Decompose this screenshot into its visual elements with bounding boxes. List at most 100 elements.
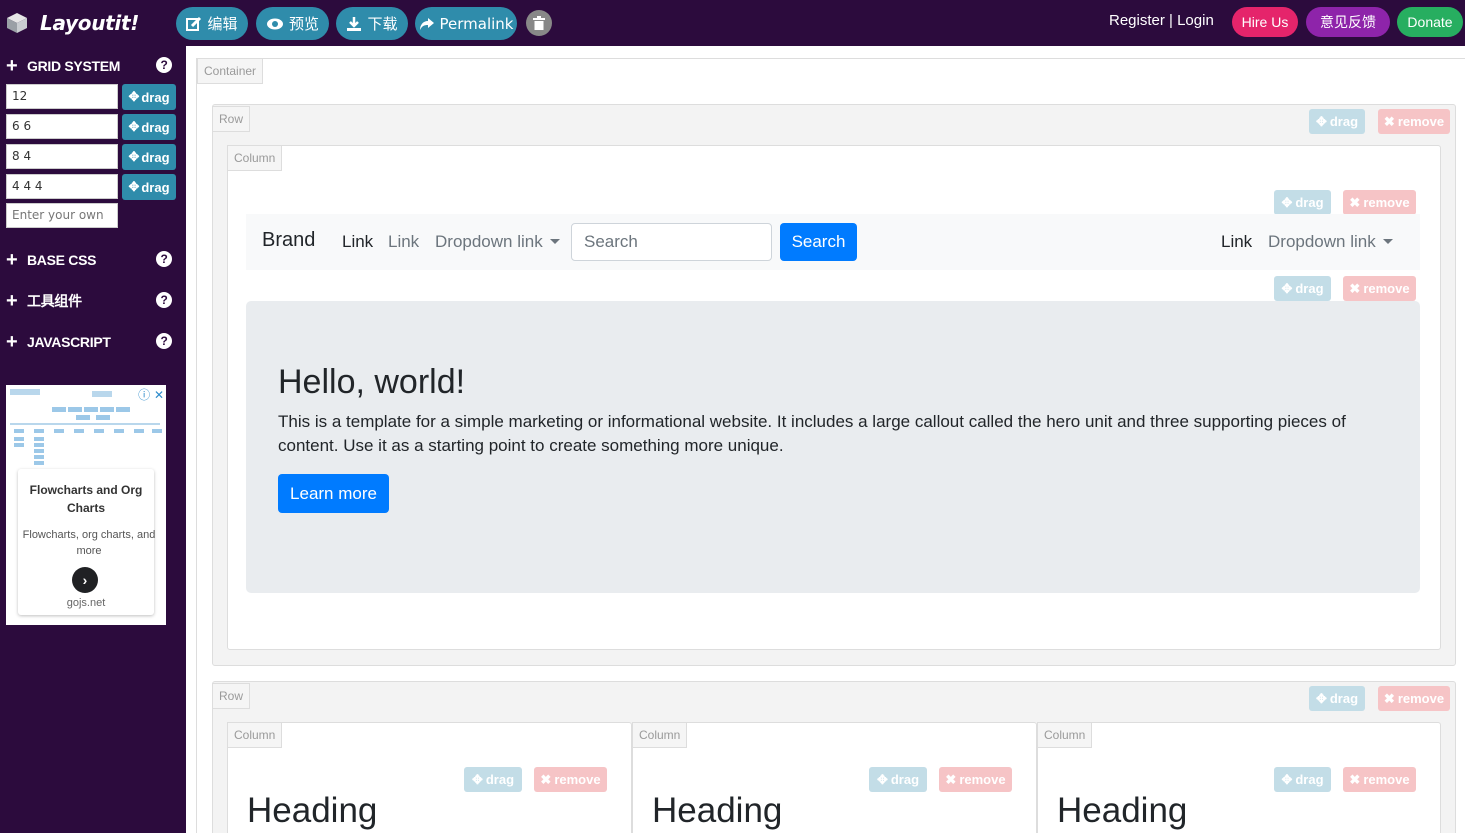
- drag-handle[interactable]: ✥ drag: [122, 114, 176, 140]
- column-remove-button[interactable]: ✖ remove: [939, 767, 1012, 792]
- nav-link-active[interactable]: Link: [342, 232, 373, 252]
- help-icon[interactable]: ?: [156, 333, 172, 349]
- section-label: JAVASCRIPT: [27, 334, 111, 350]
- drag-label: drag: [1329, 691, 1359, 706]
- grid-input[interactable]: 4 4 4: [6, 174, 118, 199]
- drag-label: drag: [141, 119, 170, 135]
- close-icon: ✖: [1349, 194, 1361, 210]
- section-label: GRID SYSTEM: [27, 58, 121, 74]
- container-label: Container: [197, 58, 264, 84]
- help-icon[interactable]: ?: [156, 292, 172, 308]
- column-remove-button[interactable]: ✖ remove: [534, 767, 607, 792]
- column-drag-button[interactable]: ✥ drag: [464, 767, 522, 792]
- dropdown-label: Dropdown link: [1268, 232, 1376, 251]
- move-icon: ✥: [471, 771, 483, 787]
- section-label: 工具组件: [27, 293, 82, 309]
- custom-grid-input[interactable]: Enter your own: [6, 203, 118, 228]
- navbar-brand[interactable]: Brand: [262, 229, 315, 252]
- move-icon: ✥: [1315, 113, 1327, 129]
- permalink-label: Permalink: [439, 14, 514, 33]
- move-icon: ✥: [1281, 280, 1293, 296]
- edit-icon: [186, 16, 202, 31]
- download-button[interactable]: 下载: [336, 7, 408, 40]
- layout-canvas: Container Row ✥ drag ✖ remove Column ✥ drag…: [186, 46, 1465, 833]
- nav-right-dropdown[interactable]: Dropdown link: [1268, 232, 1393, 252]
- drag-handle[interactable]: ✥ drag: [122, 84, 176, 110]
- share-icon: [419, 17, 434, 30]
- row-drag-button[interactable]: ✥ drag: [1309, 109, 1365, 134]
- navbar-search-input[interactable]: Search: [571, 223, 772, 261]
- row-remove-button[interactable]: ✖ remove: [1378, 686, 1450, 711]
- hire-us-button[interactable]: Hire Us: [1232, 7, 1298, 37]
- donate-button[interactable]: Donate: [1397, 7, 1463, 37]
- grid-input[interactable]: 8 4: [6, 144, 118, 169]
- column-heading: Heading: [1057, 791, 1188, 830]
- help-icon[interactable]: ?: [156, 251, 172, 267]
- download-icon: [347, 16, 362, 31]
- drag-label: drag: [141, 179, 170, 195]
- grid-input[interactable]: 12: [6, 84, 118, 109]
- plus-icon: +: [6, 330, 18, 353]
- move-icon: ✥: [128, 119, 140, 134]
- ad-url: gojs.net: [66, 597, 106, 609]
- preview-button[interactable]: 预览: [256, 7, 329, 40]
- section-components[interactable]: + 工具组件 ?: [6, 289, 172, 312]
- help-icon[interactable]: ?: [156, 57, 172, 73]
- navbar-remove-button[interactable]: ✖ remove: [1343, 190, 1416, 215]
- navbar-drag-button[interactable]: ✥ drag: [1274, 190, 1331, 215]
- section-base-css[interactable]: + BASE CSS ?: [6, 249, 172, 271]
- drag-label: drag: [1295, 281, 1324, 296]
- plus-icon: +: [6, 54, 18, 77]
- section-grid-system[interactable]: + GRID SYSTEM ?: [6, 54, 172, 77]
- close-icon: ✖: [1383, 113, 1395, 129]
- drag-label: drag: [1329, 114, 1359, 129]
- drag-label: drag: [1295, 772, 1324, 787]
- drag-label: drag: [485, 772, 515, 787]
- plus-icon: +: [6, 289, 18, 312]
- remove-label: remove: [1363, 195, 1410, 210]
- drag-handle[interactable]: ✥ drag: [122, 174, 176, 200]
- hero-title: Hello, world!: [278, 363, 466, 401]
- chevron-right-icon[interactable]: ›: [72, 567, 98, 593]
- ad-info-close-icon[interactable]: ⓘ ✕: [138, 386, 164, 403]
- column-label: Column: [1037, 722, 1093, 748]
- learn-more-button[interactable]: Learn more: [278, 474, 389, 513]
- dropdown-label: Dropdown link: [435, 232, 543, 251]
- section-javascript[interactable]: + JAVASCRIPT ?: [6, 330, 172, 353]
- drag-label: drag: [1295, 195, 1324, 210]
- column-drag-button[interactable]: ✥ drag: [869, 767, 927, 792]
- move-icon: ✥: [1281, 771, 1293, 787]
- nav-right-link[interactable]: Link: [1221, 232, 1252, 252]
- permalink-button[interactable]: Permalink: [415, 7, 517, 40]
- hero-drag-button[interactable]: ✥ drag: [1274, 276, 1331, 301]
- preview-label: 预览: [288, 15, 319, 33]
- row-label: Row: [212, 106, 251, 132]
- edit-button[interactable]: 编辑: [176, 7, 248, 40]
- ad-banner[interactable]: ⓘ ✕ Flowcharts and Org Charts Flowcharts…: [6, 385, 166, 625]
- column-heading: Heading: [247, 791, 378, 830]
- move-icon: ✥: [1315, 690, 1327, 706]
- column-drag-button[interactable]: ✥ drag: [1274, 767, 1331, 792]
- edit-label: 编辑: [207, 15, 238, 33]
- login-link[interactable]: Login: [1177, 12, 1214, 29]
- drag-handle[interactable]: ✥ drag: [122, 144, 176, 170]
- nav-link[interactable]: Link: [388, 232, 419, 252]
- row-remove-button[interactable]: ✖ remove: [1378, 109, 1450, 134]
- ad-description: Flowcharts, org charts, and more: [22, 529, 156, 557]
- feedback-button[interactable]: 意见反馈: [1306, 7, 1390, 37]
- navbar-search-button[interactable]: Search: [780, 223, 857, 261]
- close-icon: ✖: [1383, 690, 1395, 706]
- column-heading: Heading: [652, 791, 783, 830]
- ad-card[interactable]: Flowcharts and Org Charts Flowcharts, or…: [18, 469, 155, 615]
- grid-input[interactable]: 6 6: [6, 114, 118, 139]
- hero-remove-button[interactable]: ✖ remove: [1343, 276, 1416, 301]
- logo[interactable]: Layoutit!: [6, 9, 139, 37]
- column-remove-button[interactable]: ✖ remove: [1343, 767, 1416, 792]
- close-icon: ✖: [1349, 280, 1361, 296]
- nav-dropdown[interactable]: Dropdown link: [435, 232, 560, 252]
- clear-button[interactable]: [526, 10, 552, 36]
- hero-unit: Hello, world! This is a template for a s…: [246, 301, 1420, 593]
- move-icon: ✥: [128, 179, 140, 194]
- row-drag-button[interactable]: ✥ drag: [1309, 686, 1365, 711]
- register-link[interactable]: Register: [1109, 12, 1165, 29]
